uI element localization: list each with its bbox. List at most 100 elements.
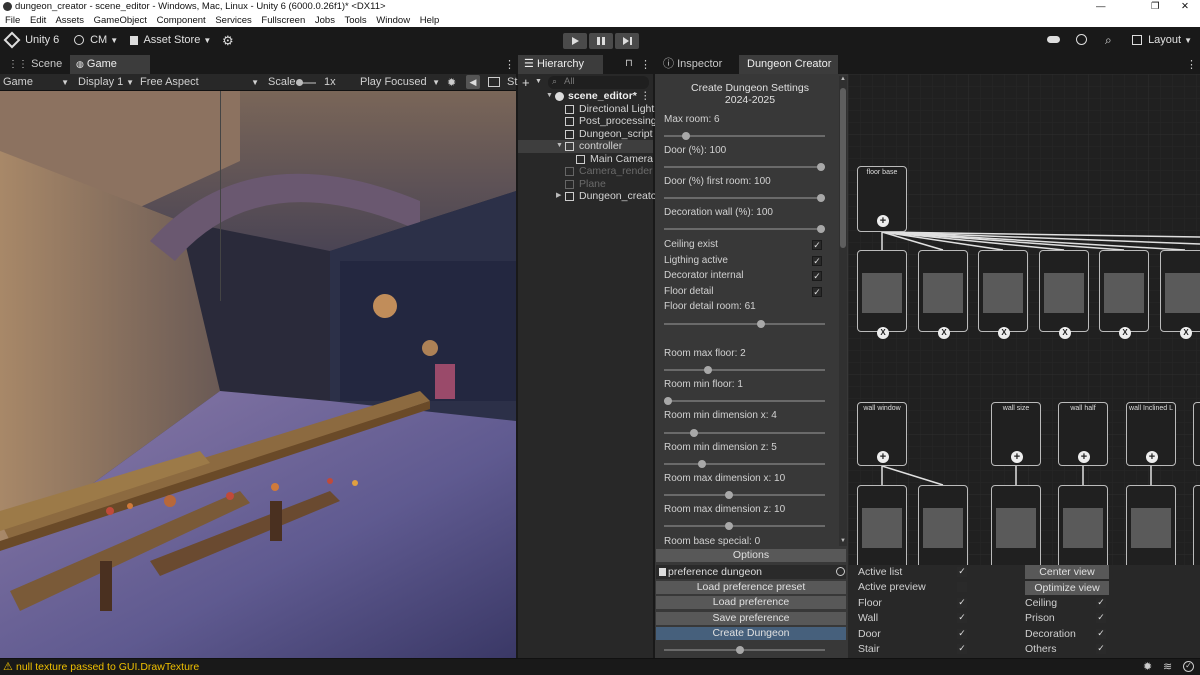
slider-knob[interactable] bbox=[664, 397, 672, 405]
add-button[interactable]: + bbox=[522, 75, 530, 90]
more-options-icon[interactable]: ⋮ bbox=[1186, 58, 1197, 71]
remove-x-icon[interactable]: X bbox=[1059, 327, 1071, 339]
node-floor-item[interactable]: X bbox=[918, 250, 968, 339]
add-child-plus-icon[interactable]: + bbox=[877, 215, 889, 227]
node-wall-extra[interactable] bbox=[1193, 402, 1200, 466]
menu-component[interactable]: Component bbox=[157, 15, 206, 26]
tab-scene[interactable]: ⋮⋮ Scene bbox=[2, 55, 66, 74]
decorator-internal-checkbox[interactable]: ✓ bbox=[812, 271, 822, 281]
menu-edit[interactable]: Edit bbox=[30, 15, 46, 26]
layout-dropdown[interactable]: Layout ▼ bbox=[1132, 34, 1192, 46]
floor-detail-room-slider[interactable] bbox=[664, 320, 825, 328]
create-dungeon-button[interactable]: Create Dungeon bbox=[656, 627, 846, 640]
center-view-button[interactable]: Center view bbox=[1025, 565, 1109, 579]
maximize-button[interactable]: ❐ bbox=[1151, 0, 1160, 14]
node-floor-item[interactable]: X bbox=[1099, 250, 1149, 339]
active-preview-checkbox[interactable] bbox=[957, 582, 967, 592]
lighting-active-checkbox[interactable]: ✓ bbox=[812, 256, 822, 266]
check-circle-icon[interactable]: ✓ bbox=[1183, 661, 1194, 672]
slider-knob[interactable] bbox=[736, 646, 744, 654]
hierarchy-item-post-processing[interactable]: Post_processing bbox=[518, 115, 657, 128]
more-options-icon[interactable]: ⋮ bbox=[640, 58, 651, 71]
close-button[interactable]: ✕ bbox=[1181, 0, 1189, 14]
wall-checkbox[interactable]: ✓ bbox=[957, 613, 967, 623]
debug-icon[interactable]: ✹ bbox=[1143, 660, 1152, 673]
load-preference-button[interactable]: Load preference bbox=[656, 596, 846, 609]
settings-gear-icon[interactable]: ⚙ bbox=[222, 33, 234, 49]
add-child-plus-icon[interactable]: + bbox=[877, 451, 889, 463]
room-max-dim-x-slider[interactable] bbox=[664, 491, 825, 499]
remove-x-icon[interactable]: X bbox=[938, 327, 950, 339]
load-preference-preset-button[interactable]: Load preference preset bbox=[656, 581, 846, 594]
menu-help[interactable]: Help bbox=[420, 15, 440, 26]
menu-assets[interactable]: Assets bbox=[55, 15, 84, 26]
node-floor-item[interactable]: X bbox=[978, 250, 1028, 339]
menu-services[interactable]: Services bbox=[215, 15, 251, 26]
display-dropdown[interactable]: Display 1 ▼ bbox=[78, 74, 134, 91]
cloud-icon[interactable] bbox=[1047, 36, 1060, 43]
room-max-floor-slider[interactable] bbox=[664, 366, 825, 374]
menu-gameobject[interactable]: GameObject bbox=[94, 15, 147, 26]
hierarchy-item-main-camera[interactable]: Main Camera bbox=[518, 153, 653, 166]
slider-knob[interactable] bbox=[817, 163, 825, 171]
aspect-dropdown[interactable]: Free Aspect ▼ bbox=[140, 74, 259, 91]
node-floor-base[interactable]: floor base + bbox=[857, 166, 907, 232]
node-wall-half[interactable]: wall half + bbox=[1058, 402, 1108, 466]
node-floor-item[interactable]: X bbox=[1160, 250, 1200, 339]
game-view[interactable] bbox=[0, 91, 516, 658]
node-wall-window[interactable]: wall window + bbox=[857, 402, 907, 466]
stair-checkbox[interactable]: ✓ bbox=[957, 644, 967, 654]
node-floor-item[interactable]: X bbox=[857, 250, 907, 339]
hierarchy-item-plane[interactable]: Plane bbox=[518, 178, 653, 191]
more-options-icon[interactable]: ⋮ bbox=[640, 90, 651, 103]
step-button[interactable] bbox=[615, 33, 639, 49]
menu-jobs[interactable]: Jobs bbox=[315, 15, 335, 26]
status-message[interactable]: null texture passed to GUI.DrawTexture bbox=[16, 661, 199, 673]
menu-file[interactable]: File bbox=[5, 15, 20, 26]
node-wall-item[interactable] bbox=[1126, 485, 1176, 565]
remove-x-icon[interactable]: X bbox=[1119, 327, 1131, 339]
prison-checkbox[interactable]: ✓ bbox=[1096, 613, 1106, 623]
node-wall-item[interactable] bbox=[991, 485, 1041, 565]
tab-hierarchy[interactable]: ☰ Hierarchy bbox=[518, 55, 603, 74]
door-checkbox[interactable]: ✓ bbox=[957, 629, 967, 639]
room-min-dim-x-slider[interactable] bbox=[664, 429, 825, 437]
ceiling-exist-checkbox[interactable]: ✓ bbox=[812, 240, 822, 250]
room-max-dim-z-slider[interactable] bbox=[664, 522, 825, 530]
pause-button[interactable] bbox=[589, 33, 613, 49]
max-room-slider[interactable] bbox=[664, 132, 825, 140]
door-first-room-slider[interactable] bbox=[664, 194, 825, 202]
add-child-plus-icon[interactable]: + bbox=[1011, 451, 1023, 463]
asset-store-dropdown[interactable]: Asset Store ▼ bbox=[130, 34, 211, 46]
settings-scrollbar[interactable]: ▲ ▼ bbox=[839, 76, 847, 546]
node-wall-item[interactable] bbox=[918, 485, 968, 565]
node-wall-item[interactable] bbox=[857, 485, 907, 565]
tab-inspector[interactable]: ⓘ Inspector bbox=[657, 55, 735, 74]
minimize-button[interactable]: — bbox=[1096, 0, 1106, 14]
door-percent-slider[interactable] bbox=[664, 163, 825, 171]
scene-row[interactable]: ▼ scene_editor* ⋮ bbox=[518, 90, 653, 103]
history-icon[interactable] bbox=[1076, 34, 1087, 45]
stats-button[interactable]: St bbox=[507, 74, 517, 91]
mute-audio-icon[interactable]: ◀ bbox=[466, 75, 480, 89]
slider-knob[interactable] bbox=[690, 429, 698, 437]
preference-dungeon-field[interactable]: preference dungeon bbox=[656, 565, 846, 579]
menu-window[interactable]: Window bbox=[376, 15, 410, 26]
menu-fullscreen[interactable]: Fullscreen bbox=[261, 15, 305, 26]
add-child-plus-icon[interactable]: + bbox=[1146, 451, 1158, 463]
decoration-wall-slider[interactable] bbox=[664, 225, 825, 233]
tab-game[interactable]: ◍ Game bbox=[70, 55, 150, 74]
options-button[interactable]: Options bbox=[656, 549, 846, 562]
slider-knob[interactable] bbox=[725, 491, 733, 499]
optimize-view-button[interactable]: Optimize view bbox=[1025, 581, 1109, 595]
search-icon[interactable]: ⌕ bbox=[1105, 33, 1112, 48]
save-preference-button[interactable]: Save preference bbox=[656, 612, 846, 625]
keyboard-icon[interactable] bbox=[488, 77, 500, 87]
node-wall-size[interactable]: wall size + bbox=[991, 402, 1041, 466]
layers-icon[interactable]: ≋ bbox=[1163, 660, 1172, 673]
hierarchy-item-controller[interactable]: ▼ controller bbox=[518, 140, 653, 153]
play-button[interactable] bbox=[563, 33, 587, 49]
scale-control[interactable]: Scale 1x bbox=[268, 74, 348, 91]
slider-knob[interactable] bbox=[725, 522, 733, 530]
scrollbar-thumb[interactable] bbox=[840, 88, 846, 248]
